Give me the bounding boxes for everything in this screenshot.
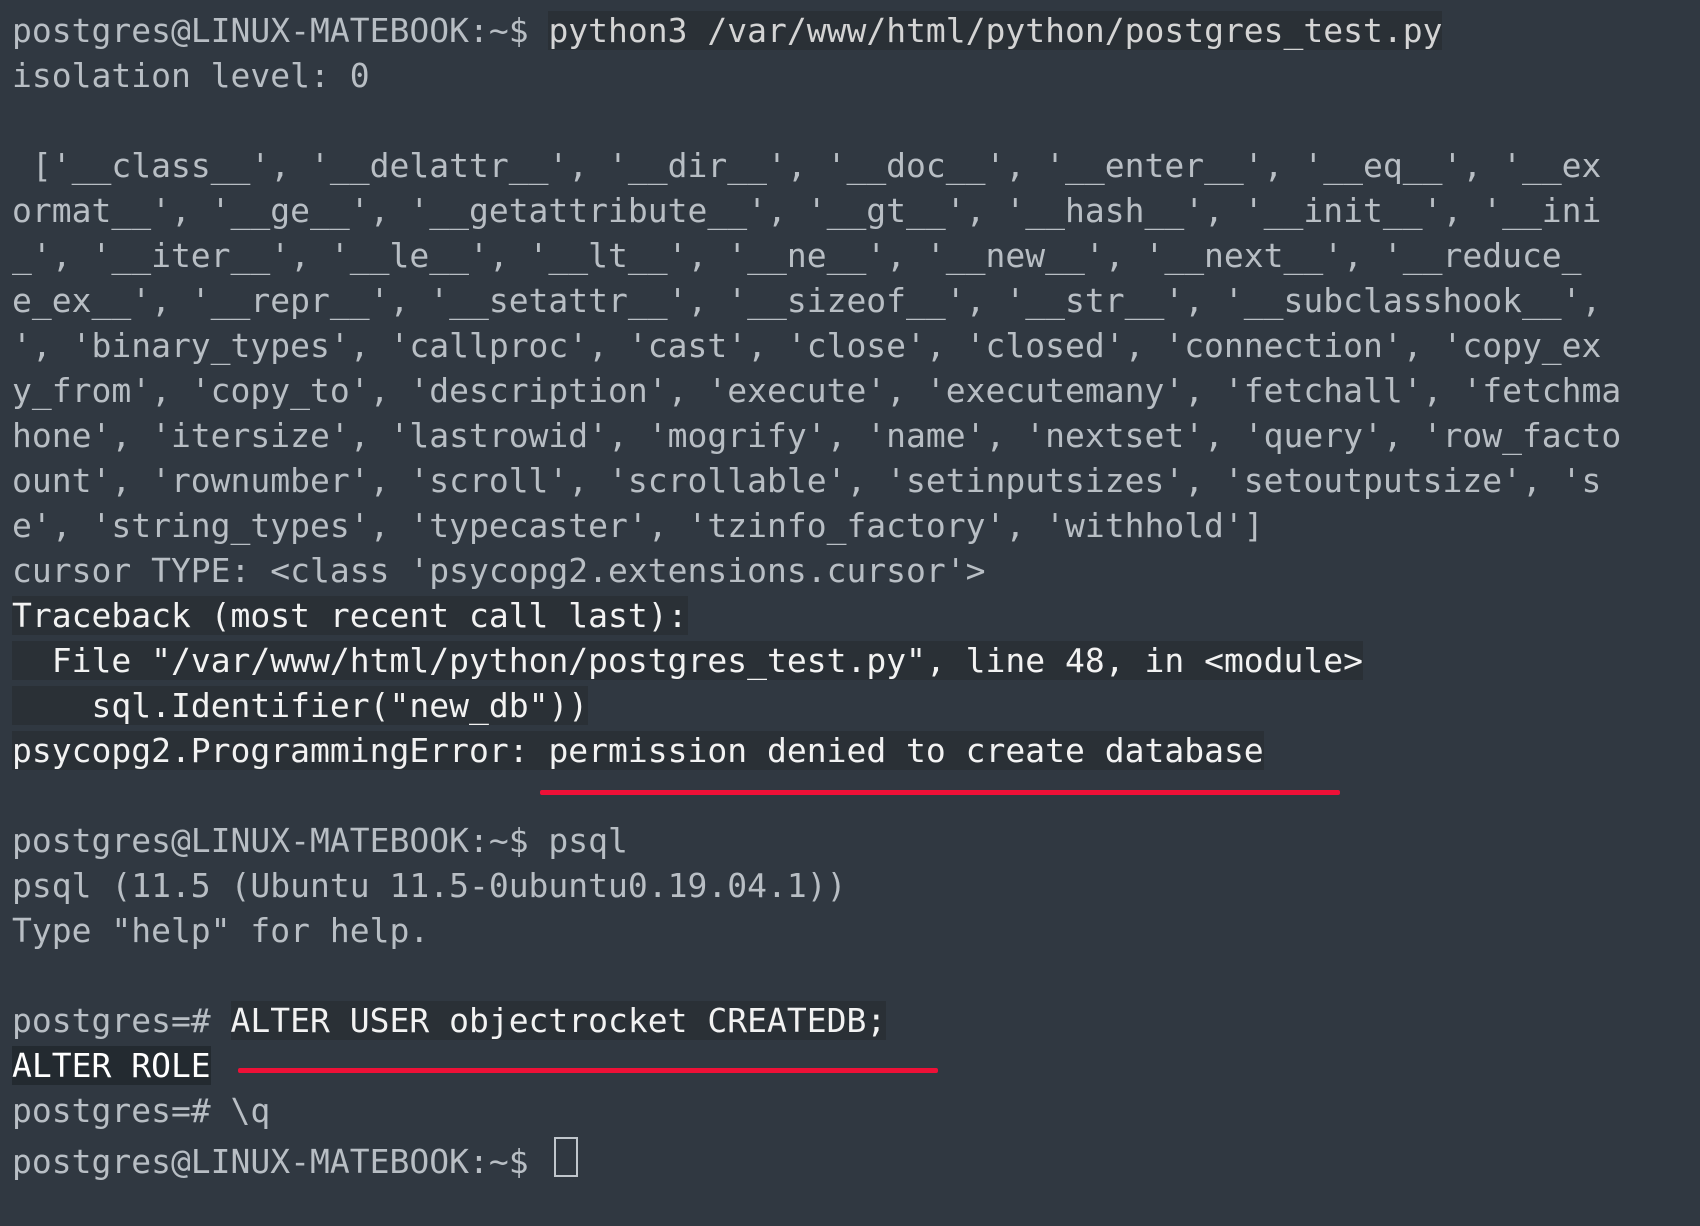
output-dir-list: _', '__iter__', '__le__', '__lt__', '__n… xyxy=(12,236,1582,275)
psql-quit: postgres=# \q xyxy=(12,1091,270,1130)
shell-prompt: postgres@LINUX-MATEBOOK:~$ xyxy=(12,11,548,50)
output-cursor-type: cursor TYPE: <class 'psycopg2.extensions… xyxy=(12,551,986,590)
output-dir-list: y_from', 'copy_to', 'description', 'exec… xyxy=(12,371,1621,410)
traceback-error-message: permission denied to create database xyxy=(548,731,1263,770)
annotation-underline-error xyxy=(540,790,1340,795)
psql-help-hint: Type "help" for help. xyxy=(12,911,429,950)
psql-alter-role-response: ALTER ROLE xyxy=(12,1046,211,1085)
output-dir-list: e_ex__', '__repr__', '__setattr__', '__s… xyxy=(12,281,1601,320)
traceback-error-prefix: psycopg2.ProgrammingError: xyxy=(12,731,548,770)
traceback-header: Traceback (most recent call last): xyxy=(12,596,688,635)
psql-version: psql (11.5 (Ubuntu 11.5-0ubuntu0.19.04.1… xyxy=(12,866,846,905)
command-python-script: python3 /var/www/html/python/postgres_te… xyxy=(548,11,1442,50)
sql-alter-user-stmt: ALTER USER objectrocket CREATEDB; xyxy=(231,1001,887,1040)
output-dir-list: e', 'string_types', 'typecaster', 'tzinf… xyxy=(12,506,1264,545)
output-dir-list: ormat__', '__ge__', '__getattribute__', … xyxy=(12,191,1601,230)
psql-prompt: postgres=# xyxy=(12,1001,231,1040)
annotation-underline-alter xyxy=(238,1068,938,1073)
traceback-file: File "/var/www/html/python/postgres_test… xyxy=(12,641,1363,680)
shell-prompt-psql: postgres@LINUX-MATEBOOK:~$ psql xyxy=(12,821,628,860)
shell-prompt: postgres@LINUX-MATEBOOK:~$ xyxy=(12,1142,548,1181)
traceback-code: sql.Identifier("new_db")) xyxy=(12,686,588,725)
output-dir-list: ount', 'rownumber', 'scroll', 'scrollabl… xyxy=(12,461,1601,500)
cursor-icon xyxy=(554,1137,578,1177)
output-dir-list: hone', 'itersize', 'lastrowid', 'mogrify… xyxy=(12,416,1621,455)
output-dir-list: ', 'binary_types', 'callproc', 'cast', '… xyxy=(12,326,1601,365)
terminal-window[interactable]: postgres@LINUX-MATEBOOK:~$ python3 /var/… xyxy=(0,0,1700,1226)
output-dir-list: ['__class__', '__delattr__', '__dir__', … xyxy=(12,146,1601,185)
output-isolation-level: isolation level: 0 xyxy=(12,56,370,95)
